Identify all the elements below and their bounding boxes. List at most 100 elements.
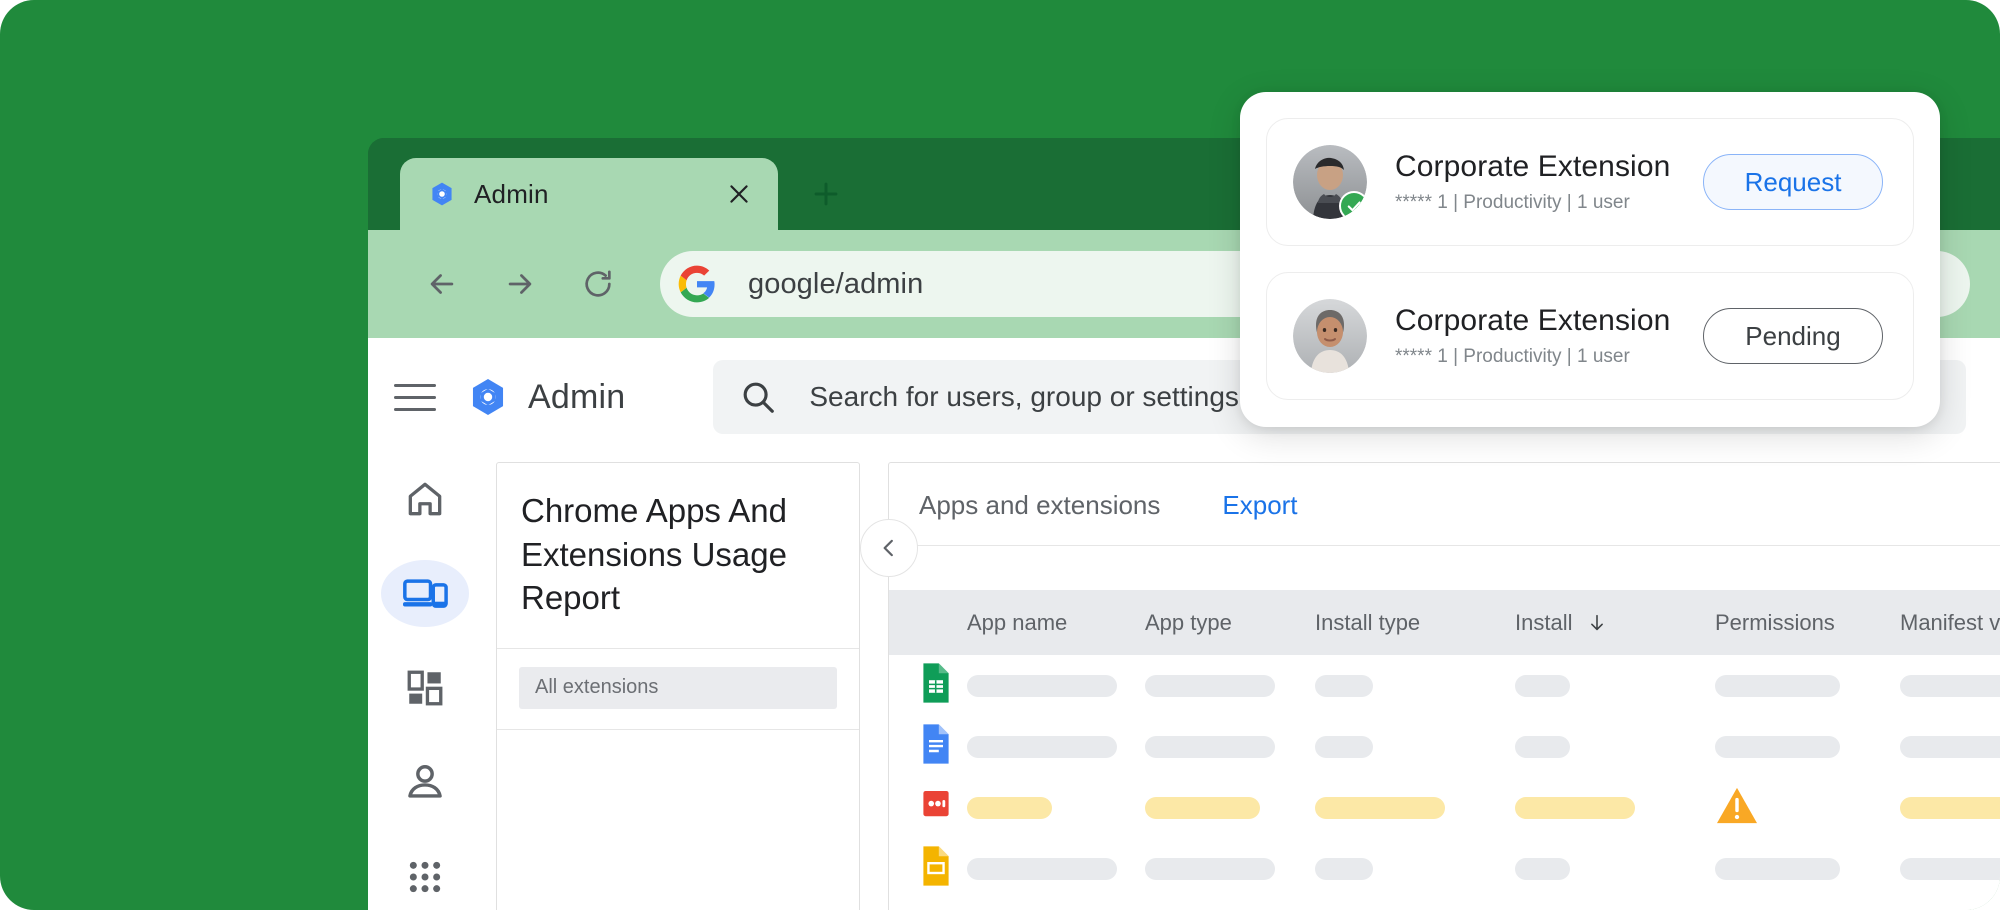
th-label: Permissions — [1715, 610, 1835, 636]
cell-permissions — [1715, 777, 1900, 838]
table-row[interactable] — [889, 838, 2000, 899]
admin-body: Chrome Apps And Extensions Usage Report … — [368, 456, 2000, 910]
cell-app-icon — [889, 655, 967, 716]
warning-triangle-icon — [1715, 785, 1759, 825]
collapse-panel-button[interactable] — [860, 519, 918, 577]
extension-request-row[interactable]: Corporate Extension ***** 1 | Productivi… — [1266, 272, 1914, 400]
page-title: Admin — [528, 378, 625, 417]
close-icon[interactable] — [726, 181, 752, 207]
panel-tabs: Apps and extensions Export — [889, 463, 2000, 545]
apps-table: App name App type Install type Install — [889, 590, 2000, 899]
cell-permissions — [1715, 716, 1900, 777]
avatar — [1293, 299, 1367, 373]
google-slides-icon — [919, 845, 953, 887]
cell-permissions — [1715, 655, 1900, 716]
th-permissions[interactable]: Permissions — [1715, 590, 1900, 655]
extension-name: Corporate Extension — [1395, 304, 1703, 338]
extension-request-row[interactable]: Corporate Extension ***** 1 | Productivi… — [1266, 118, 1914, 246]
admin-console-icon — [428, 180, 456, 208]
table-row[interactable] — [889, 716, 2000, 777]
address-bar-url: google/admin — [748, 268, 923, 301]
reload-icon[interactable] — [570, 256, 626, 312]
report-title: Chrome Apps And Extensions Usage Report — [497, 463, 859, 649]
cell-app-name — [967, 838, 1145, 899]
extension-requests-popup: Corporate Extension ***** 1 | Productivi… — [1240, 92, 1940, 427]
th-label: Install type — [1315, 610, 1420, 636]
forward-arrow-icon[interactable] — [492, 256, 548, 312]
th-label: App type — [1145, 610, 1232, 636]
table-body — [889, 655, 2000, 899]
report-card: Chrome Apps And Extensions Usage Report … — [496, 462, 860, 910]
cell-install-type — [1315, 655, 1515, 716]
browser-tab-admin[interactable]: Admin — [400, 158, 778, 230]
cell-install — [1515, 655, 1715, 716]
screenshot-root: Admin — [0, 0, 2000, 910]
search-placeholder: Search for users, group or settings — [809, 381, 1239, 413]
plus-icon — [809, 177, 843, 211]
home-icon — [403, 477, 447, 521]
request-text: Corporate Extension ***** 1 | Productivi… — [1395, 304, 1703, 368]
cell-install — [1515, 716, 1715, 777]
tab-title: Admin — [474, 179, 726, 210]
avatar — [1293, 145, 1367, 219]
cell-install-type — [1315, 777, 1515, 838]
cell-app-name — [967, 777, 1145, 838]
th-install-type[interactable]: Install type — [1315, 590, 1515, 655]
sidebar-item-devices[interactable] — [381, 560, 469, 626]
cell-manifest-version — [1900, 838, 2000, 899]
table-row[interactable] — [889, 777, 2000, 838]
hamburger-menu-icon[interactable] — [394, 376, 436, 418]
back-arrow-icon[interactable] — [414, 256, 470, 312]
apps-panel: Apps and extensions Export — [888, 462, 2000, 910]
person-icon — [403, 760, 447, 804]
th-app-name[interactable]: App name — [967, 590, 1145, 655]
sidebar-item-apps[interactable] — [381, 655, 469, 721]
apps-grid-icon — [404, 667, 446, 709]
check-badge-icon — [1339, 191, 1367, 219]
request-button[interactable]: Request — [1703, 154, 1883, 210]
export-link[interactable]: Export — [1222, 490, 1297, 521]
app-launcher-dots-icon — [405, 857, 445, 897]
new-tab-button[interactable] — [808, 176, 844, 212]
table-header: App name App type Install type Install — [889, 590, 2000, 655]
sidebar-item-more-apps[interactable] — [381, 844, 469, 910]
th-install[interactable]: Install — [1515, 590, 1715, 655]
sidebar-item-directory[interactable] — [381, 749, 469, 815]
google-g-icon — [674, 261, 720, 307]
cell-permissions — [1715, 838, 1900, 899]
extension-name: Corporate Extension — [1395, 150, 1703, 184]
extensions-filter-select[interactable]: All extensions — [519, 667, 837, 709]
sidebar-item-home[interactable] — [381, 466, 469, 532]
cell-install — [1515, 777, 1715, 838]
search-icon — [739, 378, 777, 416]
th-label: Install — [1515, 610, 1572, 636]
arrow-down-icon — [1586, 612, 1608, 634]
google-docs-icon — [919, 723, 953, 765]
cell-manifest-version — [1900, 655, 2000, 716]
cell-manifest-version — [1900, 716, 2000, 777]
table-header-row: App name App type Install type Install — [889, 590, 2000, 655]
extension-meta: ***** 1 | Productivity | 1 user — [1395, 192, 1703, 214]
extension-red-icon — [919, 784, 953, 826]
pending-button[interactable]: Pending — [1703, 308, 1883, 364]
devices-icon — [401, 572, 449, 616]
th-label: Manifest versions — [1900, 610, 2000, 636]
report-filter-wrap: All extensions — [497, 649, 859, 730]
sidebar-nav — [368, 456, 482, 910]
th-app-type[interactable]: App type — [1145, 590, 1315, 655]
admin-console-icon — [466, 375, 510, 419]
chevron-left-icon — [876, 535, 902, 561]
th-manifest-versions[interactable]: Manifest versions — [1900, 590, 2000, 655]
cell-app-name — [967, 716, 1145, 777]
cell-app-type — [1145, 838, 1315, 899]
table-row[interactable] — [889, 655, 2000, 716]
extensions-filter-value: All extensions — [535, 676, 658, 699]
cell-app-type — [1145, 777, 1315, 838]
request-text: Corporate Extension ***** 1 | Productivi… — [1395, 150, 1703, 214]
tab-apps-and-extensions[interactable]: Apps and extensions — [919, 490, 1160, 521]
google-sheets-icon — [919, 662, 953, 704]
cell-app-name — [967, 655, 1145, 716]
cell-app-type — [1145, 655, 1315, 716]
th-label: App name — [967, 610, 1067, 636]
cell-manifest-version — [1900, 777, 2000, 838]
